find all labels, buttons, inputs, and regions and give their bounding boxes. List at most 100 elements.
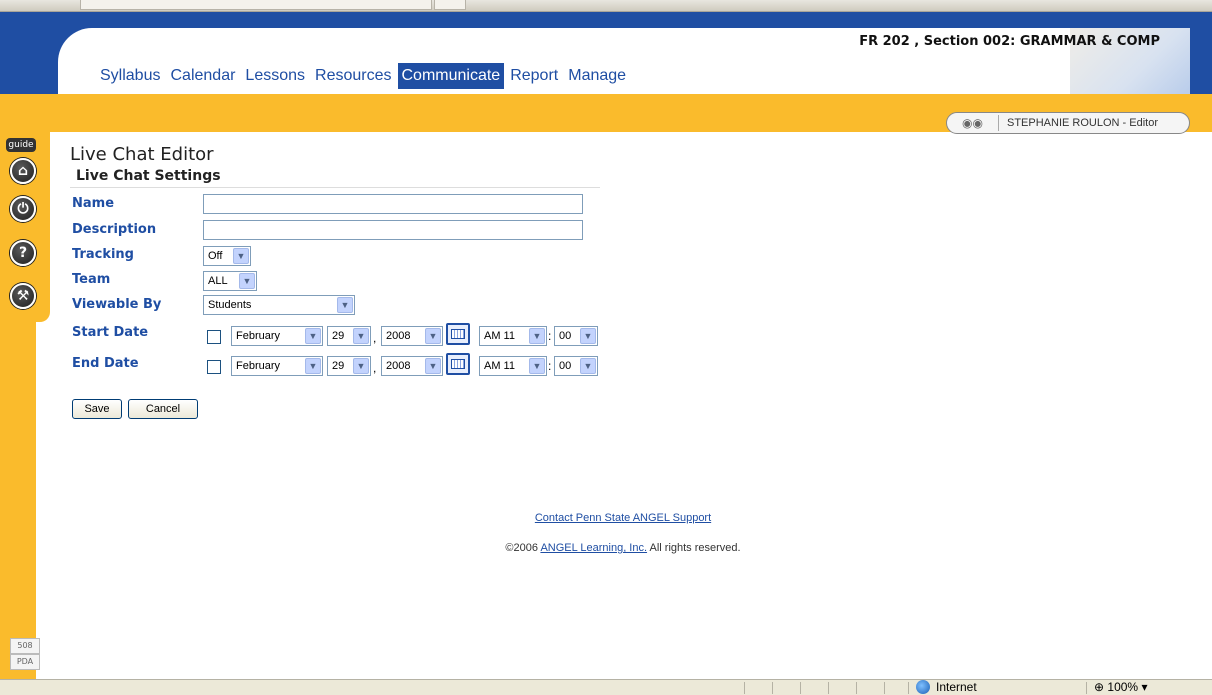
status-divider [800,682,801,694]
course-title: FR 202 , Section 002: GRAMMAR & COMP [859,34,1160,49]
power-icon[interactable]: ⏻ [10,196,36,222]
end-day-select[interactable]: 29 ▼ [327,356,371,376]
status-divider [856,682,857,694]
chevron-down-icon: ▼ [425,328,441,344]
nav-lessons[interactable]: Lessons [241,63,309,89]
end-hour-value: AM 11 [484,360,515,372]
nav-manage[interactable]: Manage [564,63,630,89]
status-divider [908,682,909,694]
tools-icon[interactable]: ⚒ [10,283,36,309]
end-month-value: February [236,360,281,372]
chevron-down-icon: ▼ [353,358,369,374]
copyright-suffix: All rights reserved. [647,542,741,554]
end-calendar-icon[interactable] [446,353,470,375]
team-label: Team [72,272,111,287]
end-date-checkbox[interactable] [207,360,221,374]
user-indicator[interactable]: ◉◉ STEPHANIE ROULON - Editor [946,112,1190,134]
description-label: Description [72,222,157,237]
security-zone[interactable]: Internet [916,680,977,694]
date-comma: , [373,361,377,375]
zone-label: Internet [936,680,977,694]
support-link[interactable]: Contact Penn State ANGEL Support [0,512,1212,524]
course-header: FR 202 , Section 002: GRAMMAR & COMP Syl… [0,12,1212,94]
zoom-icon: ⊕ [1094,680,1105,694]
browser-tab-small[interactable] [434,0,466,10]
team-value: ALL [208,275,228,287]
chevron-down-icon: ▾ [1141,680,1148,694]
page-title: Live Chat Editor [70,144,214,165]
chevron-down-icon: ▼ [529,328,545,344]
end-date-label: End Date [72,356,139,371]
nav-communicate[interactable]: Communicate [397,63,505,89]
copyright-prefix: ©2006 [505,542,541,554]
nav-resources[interactable]: Resources [311,63,395,89]
team-select[interactable]: ALL ▼ [203,271,257,291]
chevron-down-icon: ▼ [353,328,369,344]
start-date-checkbox[interactable] [207,330,221,344]
tracking-value: Off [208,250,223,262]
viewable-label: Viewable By [72,297,162,312]
start-year-select[interactable]: 2008 ▼ [381,326,443,346]
description-input[interactable] [203,220,583,240]
nav-report[interactable]: Report [506,63,562,89]
section-title: Live Chat Settings [76,168,221,184]
cancel-button[interactable]: Cancel [128,399,198,419]
copyright: ©2006 ANGEL Learning, Inc. All rights re… [0,542,1212,554]
viewable-value: Students [208,299,252,311]
nav-calendar[interactable]: Calendar [166,63,239,89]
name-input[interactable] [203,194,583,214]
status-divider [772,682,773,694]
header-panel: FR 202 , Section 002: GRAMMAR & COMP Syl… [58,28,1190,94]
browser-tab[interactable] [80,0,432,10]
globe-icon [916,680,930,694]
status-divider [828,682,829,694]
start-hour-value: AM 11 [484,330,515,342]
browser-toolbar [0,0,1212,12]
end-month-select[interactable]: February ▼ [231,356,323,376]
chevron-down-icon: ▼ [305,358,321,374]
name-label: Name [72,196,115,211]
end-day-value: 29 [332,360,345,372]
home-icon[interactable]: ⌂ [10,158,36,184]
end-hour-select[interactable]: AM 11 ▼ [479,356,547,376]
tracking-label: Tracking [72,247,134,262]
chevron-down-icon: ▼ [580,328,596,344]
angel-learning-link[interactable]: ANGEL Learning, Inc. [540,542,647,554]
time-colon: : [548,359,552,373]
chevron-down-icon: ▼ [580,358,596,374]
section-divider [70,187,600,188]
viewable-select[interactable]: Students ▼ [203,295,355,315]
chevron-down-icon: ▼ [425,358,441,374]
chevron-down-icon: ▼ [239,273,255,289]
start-minute-value: 00 [559,330,572,342]
help-icon[interactable]: ? [10,240,36,266]
content-area [58,132,1212,679]
end-year-select[interactable]: 2008 ▼ [381,356,443,376]
chevron-down-icon: ▼ [529,358,545,374]
end-year-value: 2008 [386,360,411,372]
chevron-down-icon: ▼ [337,297,353,313]
zoom-control[interactable]: ⊕ 100% ▾ [1094,680,1147,694]
nav-syllabus[interactable]: Syllabus [96,63,164,89]
date-comma: , [373,331,377,345]
end-minute-select[interactable]: 00 ▼ [554,356,598,376]
tracking-select[interactable]: Off ▼ [203,246,251,266]
guide-tab[interactable]: guide [6,138,36,152]
chevron-down-icon: ▼ [305,328,321,344]
user-name: STEPHANIE ROULON - Editor [1007,117,1158,129]
status-divider [884,682,885,694]
time-colon: : [548,329,552,343]
save-button[interactable]: Save [72,399,122,419]
badge-508[interactable]: 508 [10,638,40,654]
start-month-value: February [236,330,281,342]
status-divider [1086,682,1087,694]
start-hour-select[interactable]: AM 11 ▼ [479,326,547,346]
zoom-value: 100% [1107,680,1139,694]
status-bar [0,679,1212,695]
badge-pda[interactable]: PDA [10,654,40,670]
start-calendar-icon[interactable] [446,323,470,345]
start-day-select[interactable]: 29 ▼ [327,326,371,346]
start-minute-select[interactable]: 00 ▼ [554,326,598,346]
start-month-select[interactable]: February ▼ [231,326,323,346]
start-day-value: 29 [332,330,345,342]
